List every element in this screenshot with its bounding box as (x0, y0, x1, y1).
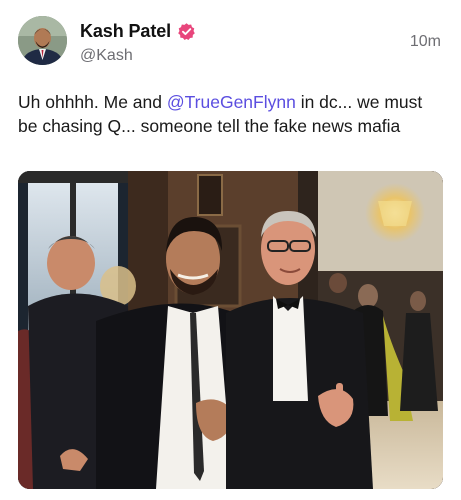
mention-link[interactable]: @TrueGenFlynn (167, 92, 296, 112)
post-text: Uh ohhhh. Me and @TrueGenFlynn in dc... … (18, 90, 443, 138)
photo-image (18, 171, 443, 489)
avatar-image (18, 16, 67, 65)
author-name-row: Kash Patel (80, 21, 196, 42)
author-handle[interactable]: @Kash (80, 47, 133, 65)
post-text-part: Uh ohhhh. Me and (18, 92, 167, 112)
post-photo[interactable] (18, 171, 443, 489)
author-avatar[interactable] (18, 16, 67, 65)
post-card[interactable]: Kash Patel @Kash 10m Uh ohhhh. Me and @T… (0, 0, 461, 500)
post-timestamp: 10m (409, 33, 441, 50)
author-display-name[interactable]: Kash Patel (80, 21, 171, 42)
verified-badge-icon (177, 22, 196, 41)
